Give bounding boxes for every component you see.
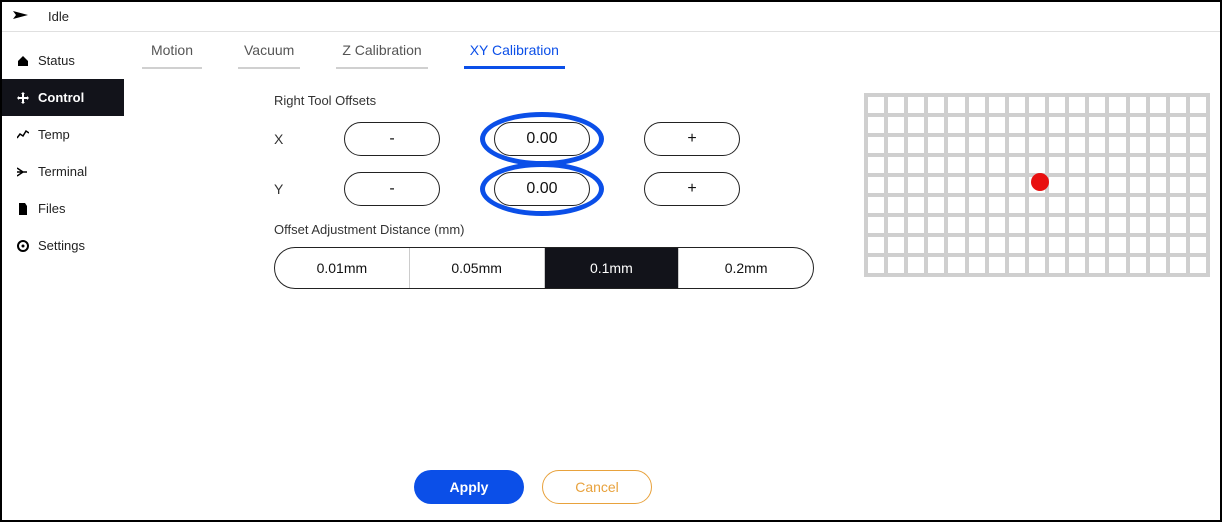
sidebar: Status Control Temp Terminal Files Setti…	[2, 32, 124, 520]
machine-status: Idle	[48, 9, 69, 24]
x-offset-value[interactable]: 0.00	[494, 122, 590, 156]
offsets-panel: Right Tool Offsets X - 0.00 + Y	[274, 93, 834, 289]
move-icon	[16, 91, 30, 105]
sidebar-item-control[interactable]: Control	[2, 79, 124, 116]
sidebar-item-temp[interactable]: Temp	[2, 116, 124, 153]
x-increment-button[interactable]: +	[644, 122, 740, 156]
calibration-grid[interactable]	[864, 93, 1210, 277]
y-increment-button[interactable]: +	[644, 172, 740, 206]
cancel-button[interactable]: Cancel	[542, 470, 652, 504]
tab-motion[interactable]: Motion	[142, 42, 202, 69]
x-axis-label: X	[274, 131, 290, 147]
sidebar-item-label: Files	[38, 201, 65, 216]
sidebar-item-status[interactable]: Status	[2, 42, 124, 79]
tab-z-calibration[interactable]: Z Calibration	[336, 42, 427, 69]
home-icon	[16, 54, 30, 68]
y-axis-label: Y	[274, 181, 290, 197]
logo-icon	[12, 8, 30, 25]
sidebar-item-label: Settings	[38, 238, 85, 253]
distance-option-2[interactable]: 0.1mm	[545, 248, 680, 288]
sidebar-item-settings[interactable]: Settings	[2, 227, 124, 264]
file-icon	[16, 202, 30, 216]
sidebar-item-label: Status	[38, 53, 75, 68]
tab-bar: Motion Vacuum Z Calibration XY Calibrati…	[134, 32, 1210, 69]
tab-xy-calibration[interactable]: XY Calibration	[464, 42, 565, 69]
x-decrement-button[interactable]: -	[344, 122, 440, 156]
y-offset-value[interactable]: 0.00	[494, 172, 590, 206]
apply-button[interactable]: Apply	[414, 470, 524, 504]
target-dot-icon	[1031, 173, 1049, 191]
distance-option-1[interactable]: 0.05mm	[410, 248, 545, 288]
gear-icon	[16, 239, 30, 253]
top-bar: Idle	[2, 2, 1220, 32]
distance-option-3[interactable]: 0.2mm	[679, 248, 813, 288]
tab-vacuum[interactable]: Vacuum	[238, 42, 300, 69]
main-panel: Motion Vacuum Z Calibration XY Calibrati…	[124, 32, 1220, 520]
sidebar-item-terminal[interactable]: Terminal	[2, 153, 124, 190]
sidebar-item-files[interactable]: Files	[2, 190, 124, 227]
terminal-icon	[16, 165, 30, 179]
section-title: Right Tool Offsets	[274, 93, 834, 108]
y-offset-row: Y - 0.00 +	[274, 172, 834, 206]
footer-actions: Apply Cancel	[414, 470, 652, 504]
x-offset-row: X - 0.00 +	[274, 122, 834, 156]
distance-selector: 0.01mm 0.05mm 0.1mm 0.2mm	[274, 247, 814, 289]
sidebar-item-label: Terminal	[38, 164, 87, 179]
chart-icon	[16, 128, 30, 142]
distance-label: Offset Adjustment Distance (mm)	[274, 222, 834, 237]
sidebar-item-label: Control	[38, 90, 84, 105]
sidebar-item-label: Temp	[38, 127, 70, 142]
distance-option-0[interactable]: 0.01mm	[275, 248, 410, 288]
y-decrement-button[interactable]: -	[344, 172, 440, 206]
